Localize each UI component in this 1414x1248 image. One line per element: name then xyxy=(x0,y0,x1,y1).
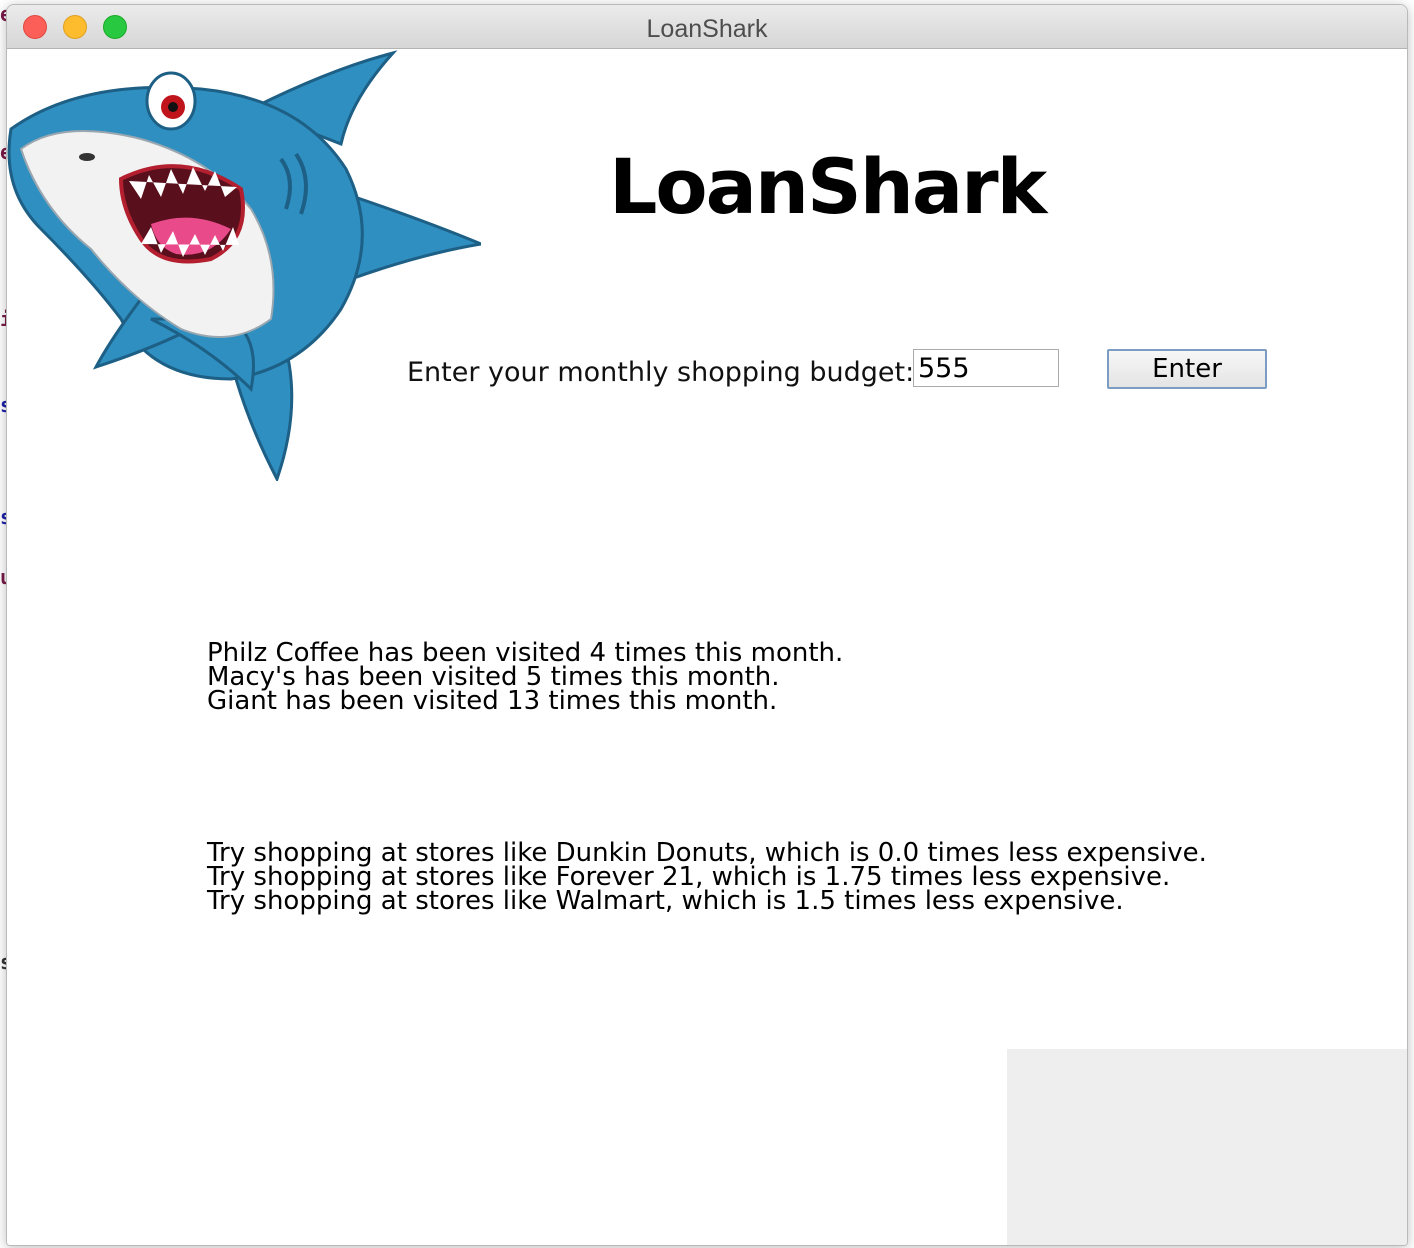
empty-panel xyxy=(1007,1049,1407,1245)
budget-label: Enter your monthly shopping budget: xyxy=(407,357,915,388)
suggestions-list: Try shopping at stores like Dunkin Donut… xyxy=(207,840,1207,916)
suggestion-item: Try shopping at stores like Walmart, whi… xyxy=(207,886,1124,916)
app-window: LoanShark LoanShark Enter your monthly s… xyxy=(6,4,1408,1246)
visits-list: Philz Coffee has been visited 4 times th… xyxy=(207,640,843,716)
window-title: LoanShark xyxy=(646,15,768,43)
main-panel: LoanShark Enter your monthly shopping bu… xyxy=(7,49,1407,1245)
app-title: LoanShark xyxy=(609,142,1047,231)
enter-button[interactable]: Enter xyxy=(1107,349,1267,389)
budget-input[interactable] xyxy=(913,349,1059,387)
title-bar[interactable]: LoanShark xyxy=(7,5,1407,49)
shark-mascot-icon xyxy=(7,50,481,481)
visit-item: Giant has been visited 13 times this mon… xyxy=(207,686,778,716)
